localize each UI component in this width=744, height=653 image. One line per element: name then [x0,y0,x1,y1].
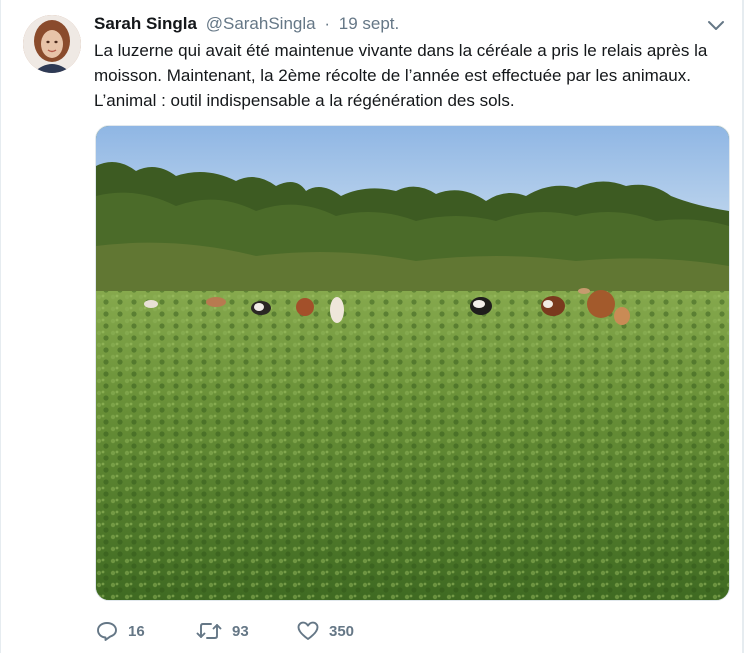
heart-icon [297,621,319,640]
retweet-icon [196,623,222,639]
avatar-image [23,15,81,73]
tweet-header: Sarah Singla @SarahSingla · 19 sept. [94,13,399,35]
tweet-text-line: L’animal : outil indispensable a la régé… [94,91,515,110]
chevron-down-icon[interactable] [706,18,726,32]
tweet-text: La luzerne qui avait été maintenue vivan… [94,38,734,113]
tweet-actions: 16 93 350 [94,616,494,646]
header-separator: · [324,14,331,33]
author-name[interactable]: Sarah Singla [94,14,197,33]
tweet-text-line: La luzerne qui avait été maintenue vivan… [94,41,708,60]
tweet: Sarah Singla @SarahSingla · 19 sept. La … [0,0,744,653]
reply-icon [97,622,117,641]
reply-count: 16 [128,622,145,640]
tweet-text-line: moisson. Maintenant, la 2ème récolte de … [94,66,691,85]
tweet-photo[interactable] [95,125,730,601]
avatar[interactable] [23,15,81,73]
retweet-count: 93 [232,622,249,640]
tweet-date[interactable]: 19 sept. [339,14,400,33]
retweet-button[interactable]: 93 [196,616,249,646]
photo-field-cows [96,126,729,600]
like-count: 350 [329,622,355,640]
reply-button[interactable]: 16 [96,616,145,646]
like-button[interactable]: 350 [297,616,354,646]
author-handle[interactable]: @SarahSingla [206,14,316,33]
